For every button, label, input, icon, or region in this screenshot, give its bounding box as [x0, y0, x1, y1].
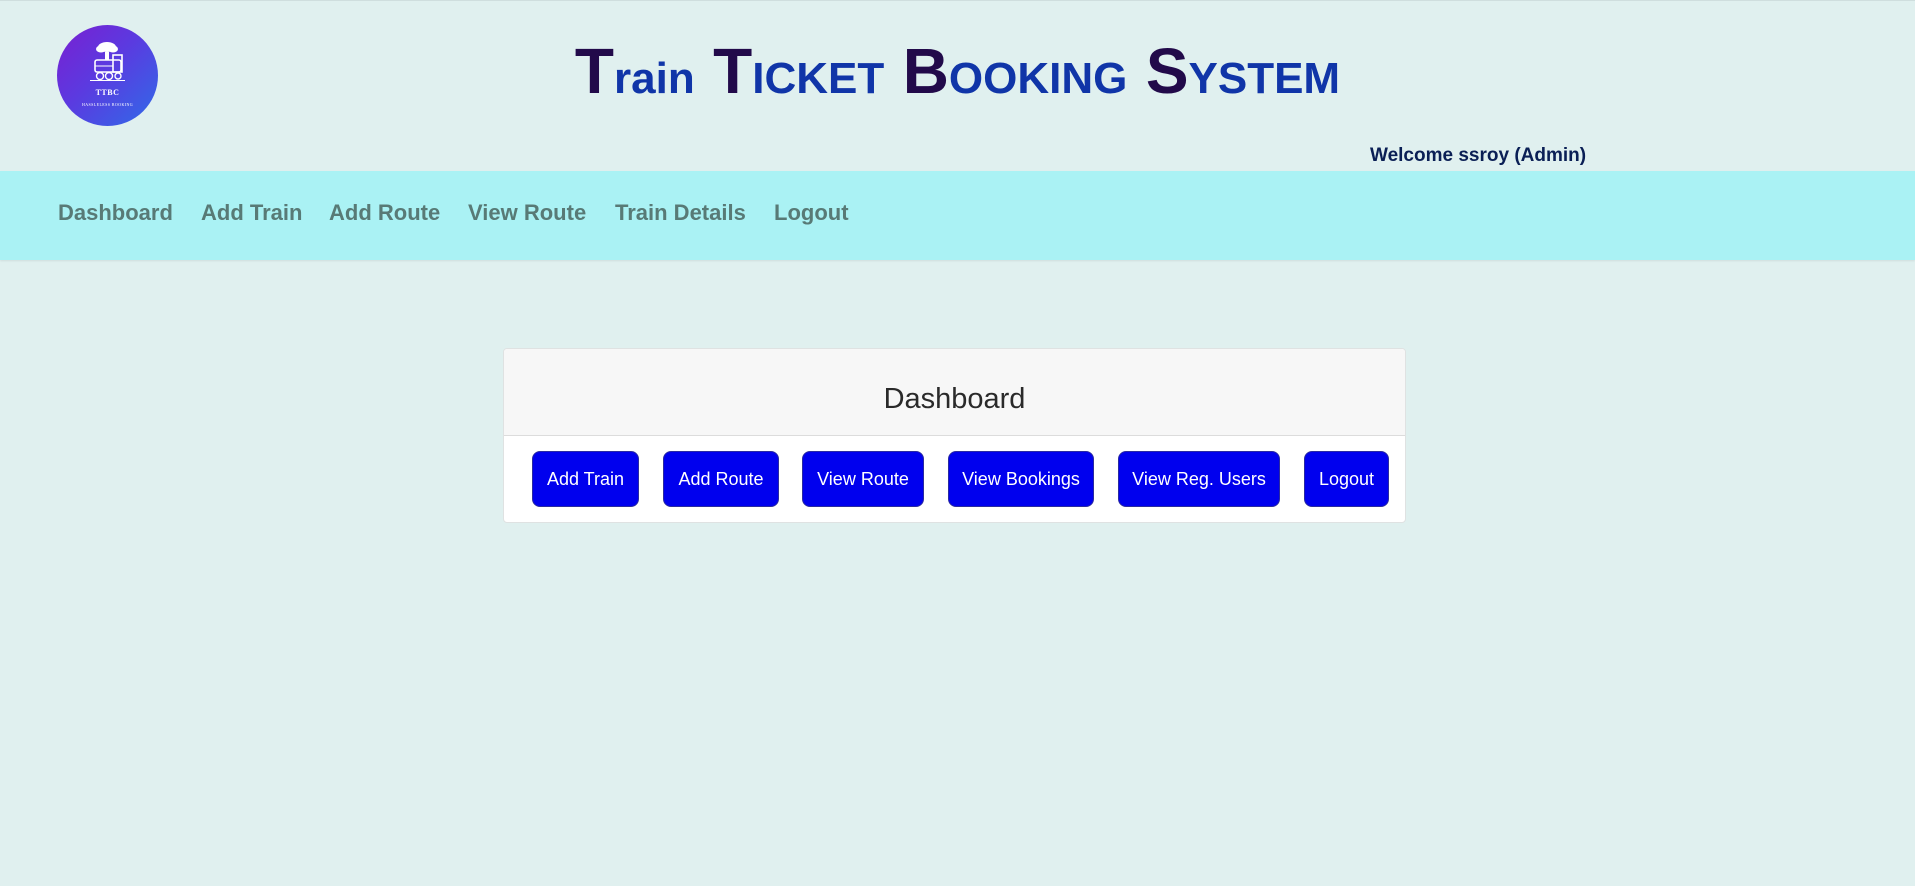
nav-link-dashboard[interactable]: Dashboard [58, 200, 173, 226]
site-header: TTBC HASSLELESS BOOKING Train TICKET BOO… [0, 0, 1915, 171]
title-word-system: SYSTEM [1146, 35, 1340, 107]
nav-link-train-details[interactable]: Train Details [615, 200, 746, 226]
title-rest: OOKING [948, 54, 1128, 103]
add-route-button[interactable]: Add Route [663, 451, 779, 507]
title-initial: T [574, 35, 614, 107]
site-title: Train TICKET BOOKING SYSTEM [0, 34, 1915, 108]
view-bookings-button[interactable]: View Bookings [948, 451, 1094, 507]
logout-button[interactable]: Logout [1304, 451, 1389, 507]
welcome-message: Welcome ssroy (Admin) [1370, 145, 1587, 166]
main-navbar: Dashboard Add Train Add Route View Route… [0, 171, 1915, 260]
title-rest: rain [614, 54, 695, 103]
view-registered-users-button[interactable]: View Reg. Users [1118, 451, 1280, 507]
title-initial: T [713, 35, 753, 107]
title-word-ticket: TICKET [713, 35, 884, 107]
view-route-button[interactable]: View Route [802, 451, 924, 507]
dashboard-title: Dashboard [883, 383, 1026, 415]
nav-link-add-train[interactable]: Add Train [201, 200, 302, 226]
dashboard-card: Dashboard Add Train Add Route View Route… [503, 348, 1406, 523]
nav-link-view-route[interactable]: View Route [468, 200, 586, 226]
title-initial: S [1145, 35, 1189, 107]
title-initial: B [902, 35, 949, 107]
nav-link-add-route[interactable]: Add Route [329, 200, 440, 226]
title-rest: ICKET [752, 54, 885, 103]
add-train-button[interactable]: Add Train [532, 451, 639, 507]
nav-link-logout[interactable]: Logout [774, 200, 849, 226]
dashboard-card-header: Dashboard [504, 349, 1405, 436]
title-word-train: Train [575, 35, 695, 107]
title-word-booking: BOOKING [903, 35, 1128, 107]
title-rest: YSTEM [1188, 54, 1341, 103]
